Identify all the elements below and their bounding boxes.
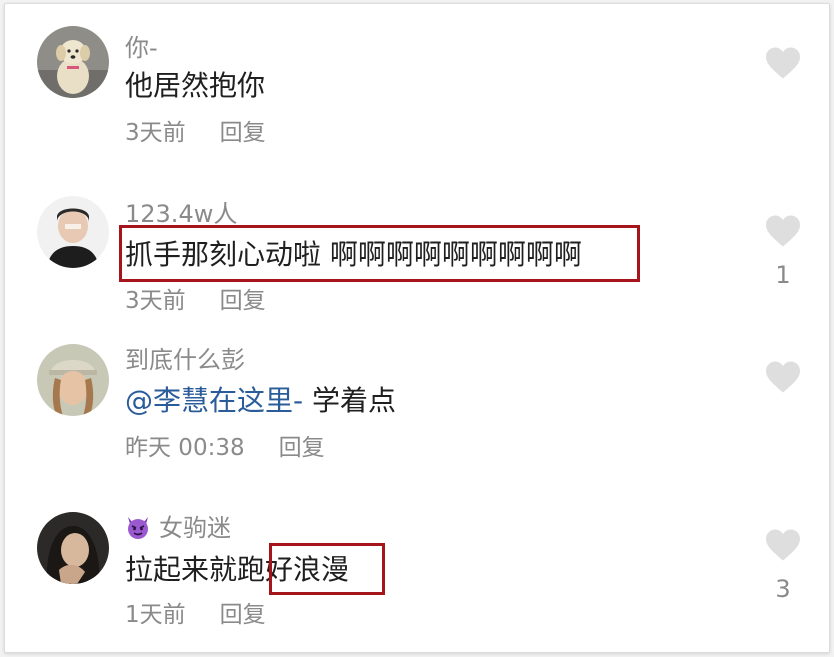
devil-emoji-icon <box>128 517 148 539</box>
reply-button[interactable]: 回复 <box>279 435 325 461</box>
dog-avatar-image <box>37 26 109 98</box>
comment-time: 3天前 <box>125 288 186 314</box>
woman-cap-avatar-image <box>37 344 109 416</box>
like-count: 1 <box>775 261 791 289</box>
heart-icon[interactable] <box>764 528 802 562</box>
comment-text-highlighted: 好浪漫 <box>265 553 350 586</box>
avatar[interactable] <box>37 196 109 268</box>
avatar[interactable] <box>37 512 109 584</box>
comment-text: @李慧在这里- 学着点 <box>125 381 396 421</box>
like-count: 3 <box>775 575 791 603</box>
username-text[interactable]: 女驹迷 <box>159 514 231 542</box>
comment-text: 抓手那刻心动啦 啊啊啊啊啊啊啊啊啊 <box>125 238 582 271</box>
comment-text-body: 学着点 <box>303 384 397 417</box>
comment-meta: 昨天 00:38 回复 <box>125 432 325 464</box>
comment-meta: 3天前 回复 <box>125 285 266 317</box>
reply-button[interactable]: 回复 <box>220 120 266 146</box>
avatar[interactable] <box>37 344 109 416</box>
comment-text: 他居然抱你 <box>125 69 266 102</box>
avatar[interactable] <box>37 26 109 98</box>
username[interactable]: 你- <box>125 32 158 64</box>
person-avatar-image <box>37 196 109 268</box>
heart-icon[interactable] <box>764 46 802 80</box>
like-area: 1 <box>763 214 803 290</box>
heart-icon[interactable] <box>764 214 802 248</box>
comment-time: 3天前 <box>125 120 186 146</box>
comment-meta: 3天前 回复 <box>125 117 266 149</box>
like-area <box>763 46 803 80</box>
username[interactable]: 123.4w人 <box>125 198 237 230</box>
username[interactable]: 女驹迷 <box>125 512 231 544</box>
comment-meta: 1天前 回复 <box>125 599 266 631</box>
reply-button[interactable]: 回复 <box>220 288 266 314</box>
heart-icon[interactable] <box>764 360 802 394</box>
comment-text: 拉起来就跑好浪漫 <box>125 550 349 590</box>
comment-time: 昨天 00:38 <box>125 435 245 461</box>
comment-text-part: 拉起来就跑 <box>125 553 266 586</box>
comment-time: 1天前 <box>125 602 186 628</box>
reply-button[interactable]: 回复 <box>220 602 266 628</box>
comment-list: 你- 他居然抱你 3天前 回复 123.4w人 抓手那刻心动啦 啊啊啊啊啊啊啊啊啊… <box>4 3 830 653</box>
username[interactable]: 到底什么彭 <box>125 344 245 376</box>
woman-avatar-image <box>37 512 109 584</box>
mention-link[interactable]: @李慧在这里- <box>125 384 303 417</box>
like-area: 3 <box>763 528 803 604</box>
like-area <box>763 360 803 394</box>
